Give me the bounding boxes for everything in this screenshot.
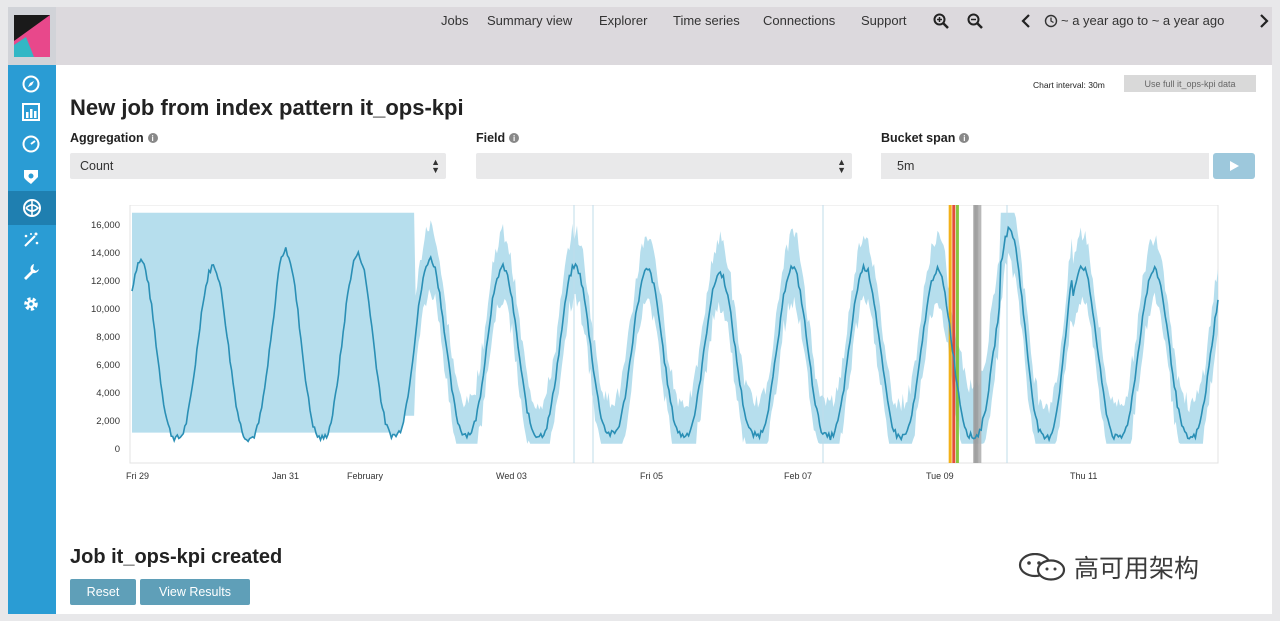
anomaly-marker [955,205,959,463]
zoom-in-icon[interactable] [932,12,950,30]
info-icon[interactable]: i [147,133,158,143]
field-label: Field i [476,131,520,145]
aggregation-value: Count [80,159,114,173]
run-button[interactable] [1213,153,1255,179]
y-tick-label: 0 [115,444,120,455]
y-tick-label: 14,000 [91,248,120,259]
sidebar [8,7,56,614]
top-nav-bar: Jobs Summary view Explorer Time series C… [56,7,1272,65]
page-title: New job from index pattern it_ops-kpi [70,95,464,120]
watermark: 高可用架构 [1018,549,1199,585]
bucket-span-input[interactable] [881,153,1209,179]
zoom-out-icon[interactable] [966,12,984,30]
gauge-icon[interactable] [20,133,42,155]
time-range-picker[interactable]: ~ a year ago to ~ a year ago [1061,13,1224,28]
select-arrows-icon: ▲ ▼ [431,157,440,175]
chevron-left-icon[interactable] [1018,12,1036,30]
x-tick-label: Feb 07 [784,471,812,481]
nav-time-series[interactable]: Time series [673,13,740,28]
clock-icon [1044,14,1058,28]
y-tick-label: 8,000 [96,332,120,343]
field-select[interactable]: ▲ ▼ [476,153,852,179]
y-tick-label: 16,000 [91,220,120,231]
sparkle-icon[interactable] [20,229,42,251]
x-tick-label: Jan 31 [272,471,299,481]
compass-icon[interactable] [20,73,42,95]
nav-support[interactable]: Support [861,13,907,28]
nav-jobs[interactable]: Jobs [441,13,468,28]
confidence-band [132,212,1218,444]
x-tick-label: Fri 05 [640,471,663,481]
nav-explorer[interactable]: Explorer [599,13,647,28]
watermark-text: 高可用架构 [1074,554,1200,583]
machine-learning-icon[interactable] [8,191,56,225]
y-tick-label: 12,000 [91,276,120,287]
x-tick-label: February [347,471,384,481]
bucket-span-label-text: Bucket span [881,131,956,145]
play-icon [1230,161,1239,171]
gear-icon[interactable] [20,293,42,315]
chart-interval-label: Chart interval: 30m [1033,80,1105,90]
shield-icon[interactable] [20,165,42,187]
x-tick-label: Thu 11 [1070,471,1097,481]
kibana-window: Jobs Summary view Explorer Time series C… [8,7,1272,614]
y-tick-label: 10,000 [91,304,120,315]
x-tick-label: Fri 29 [126,471,149,481]
main-content: Chart interval: 30m Use full it_ops-kpi … [56,65,1272,614]
field-label-text: Field [476,131,506,145]
anomaly-marker [952,205,956,463]
bucket-span-label: Bucket span i [881,131,970,145]
select-arrows-icon: ▲ ▼ [837,157,846,175]
count-chart: 0 2,000 4,000 6,000 8,000 10,000 12,000 14,000 1… [91,205,1219,481]
view-results-button[interactable]: View Results [140,579,250,605]
aggregation-label: Aggregation i [70,131,158,145]
chevron-right-icon[interactable] [1254,12,1272,30]
nav-connections[interactable]: Connections [763,13,835,28]
y-tick-label: 6,000 [96,360,120,371]
wrench-icon[interactable] [20,261,42,283]
aggregation-select[interactable]: Count ▲ ▼ [70,153,446,179]
anomaly-marker [975,205,979,463]
bar-chart-icon[interactable] [20,101,42,123]
wechat-icon [1018,553,1066,581]
kibana-logo[interactable] [8,7,56,65]
x-tick-label: Wed 03 [496,471,527,481]
nav-summary-view[interactable]: Summary view [487,13,572,28]
info-icon[interactable]: i [509,133,520,143]
y-tick-label: 4,000 [96,388,120,399]
reset-button[interactable]: Reset [70,579,136,605]
x-tick-label: Tue 09 [926,471,954,481]
anomaly-marker [978,205,982,463]
info-icon[interactable]: i [959,133,970,143]
kibana-logo-icon [14,15,50,57]
y-tick-label: 2,000 [96,416,120,427]
aggregation-label-text: Aggregation [70,131,144,145]
use-full-data-button[interactable]: Use full it_ops-kpi data [1124,75,1256,92]
job-created-message: Job it_ops-kpi created [70,546,283,568]
